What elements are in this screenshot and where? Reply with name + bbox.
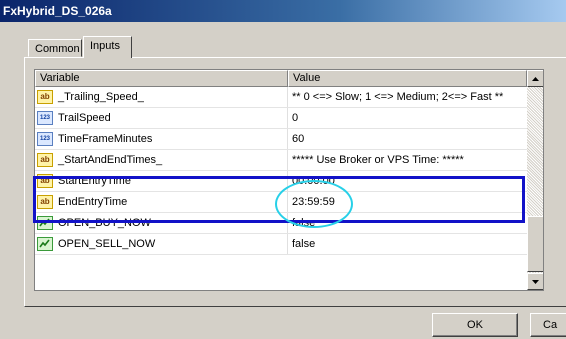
- variable-value[interactable]: 0: [288, 108, 527, 128]
- string-type-icon: ab: [37, 174, 53, 188]
- variable-value[interactable]: ** 0 <=> Slow; 1 <=> Medium; 2<=> Fast *…: [288, 87, 527, 107]
- list-header: Variable Value: [35, 70, 527, 87]
- column-header-value[interactable]: Value: [288, 70, 527, 87]
- list-item[interactable]: 123 TimeFrameMinutes 60: [35, 129, 527, 150]
- scroll-up-button[interactable]: [527, 70, 543, 87]
- variable-name: TimeFrameMinutes: [58, 133, 153, 145]
- variable-name: _StartAndEndTimes_: [58, 154, 163, 166]
- scroll-down-button[interactable]: [527, 273, 543, 290]
- arrow-down-icon: [532, 279, 539, 284]
- vertical-scrollbar[interactable]: [527, 70, 543, 290]
- bool-type-icon: [37, 216, 53, 230]
- list-item[interactable]: OPEN_SELL_NOW false: [35, 234, 527, 255]
- variable-name: OPEN_BUY_NOW: [58, 217, 151, 229]
- bool-type-icon: [37, 237, 53, 251]
- tab-common[interactable]: Common: [28, 39, 82, 57]
- variable-value[interactable]: 60: [288, 129, 527, 149]
- cancel-button[interactable]: Ca: [530, 313, 566, 337]
- list-item[interactable]: ab _Trailing_Speed_ ** 0 <=> Slow; 1 <=>…: [35, 87, 527, 108]
- ok-button[interactable]: OK: [432, 313, 518, 337]
- list-item[interactable]: OPEN_BUY_NOW false: [35, 213, 527, 234]
- column-header-variable[interactable]: Variable: [35, 70, 288, 87]
- variable-value[interactable]: ***** Use Broker or VPS Time: *****: [288, 150, 527, 170]
- list-item[interactable]: ab _StartAndEndTimes_ ***** Use Broker o…: [35, 150, 527, 171]
- arrow-up-icon: [532, 76, 539, 81]
- list-item[interactable]: 123 TrailSpeed 0: [35, 108, 527, 129]
- list-rows: ab _Trailing_Speed_ ** 0 <=> Slow; 1 <=>…: [35, 87, 527, 255]
- integer-type-icon: 123: [37, 111, 53, 125]
- variable-value[interactable]: 00:00:00: [288, 171, 527, 191]
- tab-inputs[interactable]: Inputs: [83, 36, 132, 58]
- variable-value[interactable]: false: [288, 213, 527, 233]
- string-type-icon: ab: [37, 90, 53, 104]
- list-item[interactable]: ab StartEntryTime 00:00:00: [35, 171, 527, 192]
- variable-name: _Trailing_Speed_: [58, 91, 144, 103]
- string-type-icon: ab: [37, 195, 53, 209]
- string-type-icon: ab: [37, 153, 53, 167]
- variable-name: StartEntryTime: [58, 175, 131, 187]
- window-title: FxHybrid_DS_026a: [0, 0, 566, 22]
- variable-value[interactable]: false: [288, 234, 527, 254]
- variable-name: EndEntryTime: [58, 196, 128, 208]
- list-item[interactable]: ab EndEntryTime 23:59:59: [35, 192, 527, 213]
- variable-value[interactable]: 23:59:59: [288, 192, 527, 212]
- inputs-list: Variable Value ab _Trailing_Speed_ ** 0 …: [34, 69, 544, 291]
- variable-name: TrailSpeed: [58, 112, 111, 124]
- integer-type-icon: 123: [37, 132, 53, 146]
- scrollbar-thumb[interactable]: [527, 216, 543, 272]
- variable-name: OPEN_SELL_NOW: [58, 238, 156, 250]
